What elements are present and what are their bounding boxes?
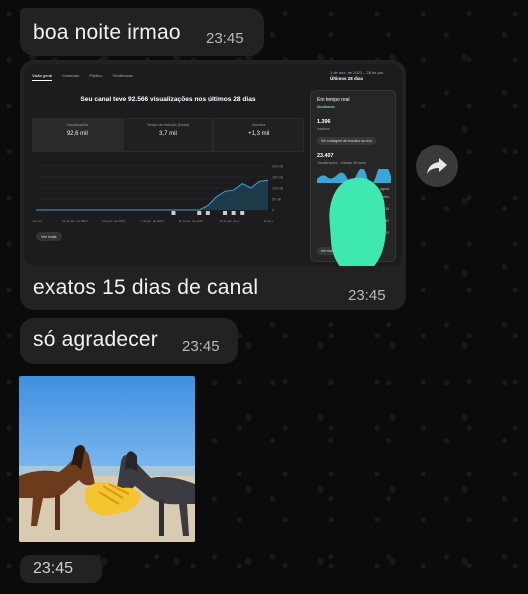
censor-blob — [326, 176, 390, 266]
realtime-title: Em tempo real — [317, 97, 350, 103]
metric-label: Inscritos — [251, 123, 266, 127]
video-marker — [231, 211, 236, 215]
realtime-subscribers-label: Inscritos — [317, 127, 330, 131]
image-message-bubble[interactable]: Visão geral Conteúdo Público Tendências … — [20, 60, 406, 310]
studio-tab: Tendências — [112, 73, 133, 78]
studio-tabs: Visão geral Conteúdo Público Tendências — [32, 73, 133, 81]
video-marker — [197, 211, 202, 215]
x-tick-label: 11 de jan. de 2024 — [178, 219, 203, 223]
video-marker — [171, 211, 176, 215]
realtime-views: 23.407 — [317, 153, 334, 159]
horse-handshake-illustration — [19, 376, 195, 542]
studio-more-button: Ver mais — [36, 232, 62, 241]
views-line-chart: 200 mil 150 mil 100 mil 50 mil 0 30 de nov. 23… — [32, 165, 283, 224]
message-time: 23:45 — [206, 30, 244, 47]
metric-card: Visualizações 92,6 mil — [32, 118, 123, 152]
realtime-row: Agora — [379, 187, 389, 191]
y-tick-label: 50 mil — [272, 198, 281, 202]
metric-label: Visualizações — [66, 123, 89, 127]
message-text: exatos 15 dias de canal — [33, 276, 259, 299]
realtime-live: Atualizando — [317, 105, 335, 109]
x-tick-label: 16 de jan. de 2 — [219, 219, 239, 223]
horse-handshake-image[interactable] — [19, 376, 195, 542]
metric-label: Tempo de exibição (horas) — [146, 123, 190, 127]
studio-date-range: 1 de dez. de 2023 – 28 de jan. Últimos 2… — [330, 70, 390, 81]
realtime-live-count-button: Ver contagem de inscritos ao vivo — [317, 137, 376, 145]
x-tick-label: 7 de jan. de 2024 — [140, 219, 164, 223]
studio-range-label: 1 de dez. de 2023 – 28 de jan. — [330, 70, 385, 75]
image-message[interactable]: 23:45 — [14, 372, 200, 584]
x-tick-label: 20 de j — [263, 219, 272, 223]
y-tick-label: 100 mil — [272, 187, 283, 191]
y-tick-label: 150 mil — [272, 176, 283, 180]
y-tick-label: 0 — [272, 209, 274, 213]
views-area — [36, 180, 268, 210]
studio-tab: Visão geral — [32, 73, 52, 81]
realtime-views-label: Visualizações · Últimas 48 horas — [317, 161, 367, 165]
studio-metrics: Visualizações 92,6 mil Tempo de exibição… — [32, 118, 305, 152]
message-time: 23:45 — [182, 338, 220, 355]
x-tick-label: 3 de jan. de 2024 — [102, 219, 126, 223]
studio-tab: Público — [89, 73, 103, 78]
studio-range-title: Últimos 28 dias — [330, 76, 364, 81]
forward-arrow-icon — [427, 158, 447, 174]
metric-value: 92,6 mil — [66, 131, 88, 137]
message-text: só agradecer — [33, 328, 158, 351]
message-time: 23:45 — [348, 287, 386, 304]
realtime-subscribers: 1.396 — [317, 119, 331, 125]
studio-headline: Seu canal teve 92.566 visualizações nos … — [80, 96, 256, 103]
video-marker — [240, 211, 245, 215]
studio-tab: Conteúdo — [61, 73, 80, 78]
message-bubble[interactable]: só agradecer 23:45 — [20, 318, 238, 364]
metric-value: 3,7 mil — [159, 131, 177, 137]
studio-screenshot-image[interactable]: Visão geral Conteúdo Público Tendências … — [24, 64, 402, 266]
x-tick-label: 30 de nov. — [32, 219, 43, 223]
forward-button[interactable] — [416, 145, 458, 187]
metric-value: +1,3 mil — [248, 131, 270, 137]
message-bubble[interactable]: boa noite irmao 23:45 — [20, 8, 264, 56]
message-text: boa noite irmao — [33, 21, 181, 44]
message-time: 23:45 — [33, 560, 74, 577]
x-tick-label: 23 de dez. de 2023 — [62, 219, 88, 223]
video-marker — [223, 211, 228, 215]
metric-card: Tempo de exibição (horas) 3,7 mil — [122, 118, 214, 152]
image-time-badge: 23:45 — [20, 555, 102, 583]
y-tick-label: 200 mil — [272, 165, 283, 169]
video-marker — [205, 211, 210, 215]
metric-card: Inscritos +1,3 mil — [213, 118, 305, 152]
